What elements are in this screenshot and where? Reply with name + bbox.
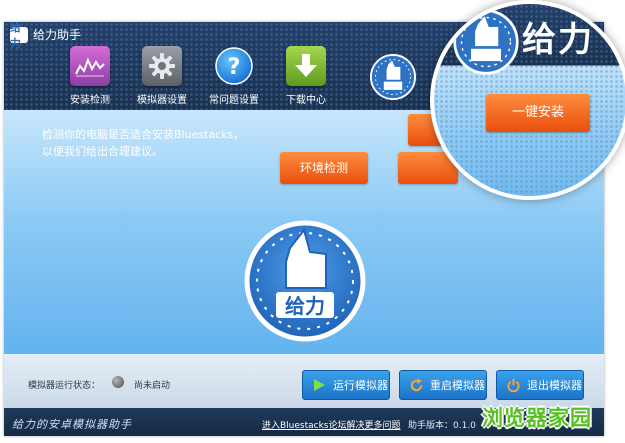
svg-text:?: ? (228, 55, 241, 80)
brand: 给力 给力助手 (10, 22, 82, 50)
version-text: 助手版本：0.1.0 (408, 421, 476, 431)
equalizer-icon (70, 46, 110, 86)
tool-install-check[interactable]: 安装检测 (54, 46, 126, 106)
intro-text: 检测你的电脑是否适合安装Bluestacks， 以便我们给出合理建议。 (42, 126, 244, 160)
download-icon (286, 46, 326, 86)
tool-faq-settings[interactable]: ? 常问题设置 (198, 46, 270, 106)
run-emulator-label: 运行模拟器 (333, 379, 388, 392)
forum-link[interactable]: 进入Bluestacks论坛解决更多问题 (262, 418, 401, 431)
status-bar: 模拟器运行状态： 尚未启动 运行模拟器 重启模拟器 退出模拟器 (4, 354, 604, 408)
tool-label: 常问题设置 (209, 95, 259, 106)
watermark: 浏览器家园 (482, 406, 592, 430)
env-check-button[interactable]: 环境检测 (280, 152, 368, 184)
emblem-text: 给力 (285, 294, 325, 318)
fist-emblem-icon (453, 9, 519, 75)
tool-emulator-settings[interactable]: 模拟器设置 (126, 46, 198, 106)
status-indicator-icon (112, 376, 124, 388)
play-icon (311, 377, 327, 393)
intro-line: 检测你的电脑是否适合安装Bluestacks， (42, 128, 245, 141)
magnifier-brand-text: 给力 (522, 20, 594, 60)
status-value: 尚未启动 (134, 381, 171, 391)
fist-emblem-icon: 给力 (244, 220, 366, 342)
intro-line: 以便我们给出合理建议。 (42, 145, 163, 158)
app-logo-icon: 给力 (10, 22, 28, 50)
tool-label: 模拟器设置 (137, 95, 187, 106)
exit-emulator-button[interactable]: 退出模拟器 (496, 370, 584, 400)
exit-emulator-label: 退出模拟器 (527, 379, 582, 392)
tool-label: 安装检测 (70, 95, 110, 106)
app-title: 给力助手 (33, 28, 82, 42)
slogan: 给力的安卓模拟器助手 (12, 418, 132, 431)
one-click-install-button[interactable]: 一键安装 (486, 94, 590, 132)
power-icon (505, 377, 521, 393)
magnifier-callout: 给力 一键安装 (430, 0, 625, 200)
run-emulator-button[interactable]: 运行模拟器 (302, 370, 390, 400)
toolbar: 安装检测 模拟器设置 ? 常问题设置 下载中心 (54, 46, 342, 106)
gear-icon (142, 46, 182, 86)
status-label: 模拟器运行状态： (28, 381, 101, 391)
tool-label: 下载中心 (286, 95, 326, 106)
restart-icon (408, 377, 424, 393)
restart-emulator-label: 重启模拟器 (430, 379, 485, 392)
question-icon: ? (214, 46, 254, 86)
tool-download-center[interactable]: 下载中心 (270, 46, 342, 106)
fist-emblem-icon (370, 54, 416, 100)
restart-emulator-button[interactable]: 重启模拟器 (399, 370, 487, 400)
